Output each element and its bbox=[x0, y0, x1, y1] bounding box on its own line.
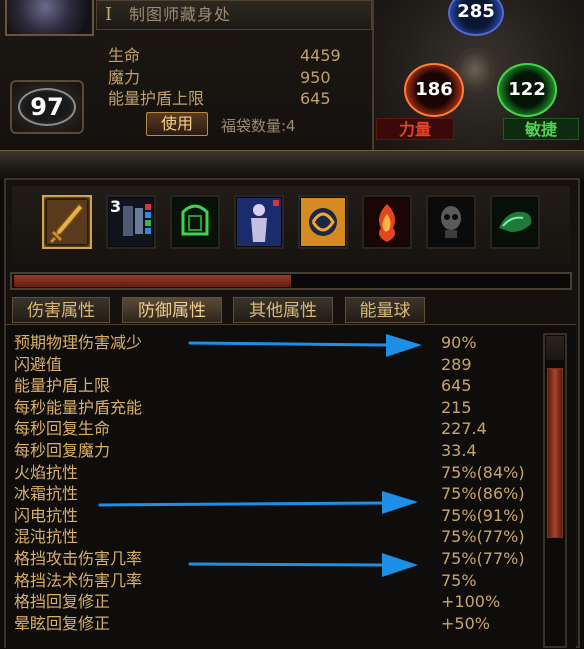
stat-row: 晕眩回复修正 +50% bbox=[14, 613, 534, 635]
stat-row-label: 格挡回复修正 bbox=[14, 592, 111, 612]
hideout-marker-icon: Ⅰ bbox=[105, 4, 113, 25]
stat-row-value: 75%(84%) bbox=[441, 462, 525, 482]
flame-fist-icon bbox=[365, 198, 409, 246]
skill-slot[interactable] bbox=[426, 195, 476, 249]
dexterity-label: 敏捷 bbox=[503, 118, 579, 140]
stat-row-value: 645 bbox=[441, 376, 472, 396]
stat-row: 每秒回复魔力 33.4 bbox=[14, 440, 534, 462]
stat-row: 闪电抗性 75%(91%) bbox=[14, 505, 534, 527]
stat-row-label: 闪避值 bbox=[14, 354, 63, 374]
bag-count: 福袋数量:4 bbox=[221, 117, 296, 135]
dexterity-orb: 122 bbox=[497, 63, 557, 117]
tab-damage[interactable]: 伤害属性 bbox=[12, 297, 110, 323]
fire-orb-icon bbox=[301, 198, 345, 246]
stat-row-value: 75%(86%) bbox=[441, 484, 525, 504]
level-badge: 97 bbox=[18, 88, 76, 126]
stat-row: 每秒能量护盾充能 215 bbox=[14, 397, 534, 419]
skill-slot[interactable]: 3 bbox=[106, 195, 156, 249]
stat-row-label: 混沌抗性 bbox=[14, 527, 79, 547]
skill-progress-fill bbox=[14, 275, 291, 287]
stat-row-label: 能量护盾上限 bbox=[14, 376, 111, 396]
stat-row: 混沌抗性 75%(77%) bbox=[14, 526, 534, 548]
location-name: 制图师藏身处 bbox=[129, 5, 232, 24]
stat-label: 能量护盾上限 bbox=[108, 89, 205, 108]
scroll-thumb[interactable] bbox=[547, 368, 563, 538]
stat-value: 645 bbox=[300, 89, 331, 108]
strength-label: 力量 bbox=[376, 118, 454, 140]
stat-row-label: 每秒回复生命 bbox=[14, 419, 111, 439]
stat-row-value: 227.4 bbox=[441, 419, 487, 439]
tab-defense[interactable]: 防御属性 bbox=[122, 297, 222, 323]
stat-row-value: 90% bbox=[441, 333, 477, 352]
mana-stat: 魔力 950 bbox=[108, 68, 348, 87]
stat-row: 格挡法术伤害几率 75% bbox=[14, 570, 534, 592]
skill-slot[interactable] bbox=[234, 195, 284, 249]
stat-row-value: 33.4 bbox=[441, 441, 477, 460]
stat-row: 能量护盾上限 645 bbox=[14, 375, 534, 397]
stat-row-label: 每秒能量护盾充能 bbox=[14, 397, 143, 417]
stat-row-label: 冰霜抗性 bbox=[14, 484, 79, 504]
spectral-figure-icon bbox=[237, 198, 281, 246]
stat-label: 生命 bbox=[108, 46, 141, 65]
stat-row: 格挡回复修正 +100% bbox=[14, 591, 534, 613]
stat-row-value: 75%(91%) bbox=[441, 505, 525, 525]
scroll-up-button[interactable] bbox=[546, 336, 564, 360]
stat-row-value: 75% bbox=[441, 570, 477, 590]
gem-count: 3 bbox=[110, 197, 122, 216]
stat-row: 闪避值 289 bbox=[14, 354, 534, 376]
skill-slot[interactable] bbox=[490, 195, 540, 249]
stat-row: 每秒回复生命 227.4 bbox=[14, 418, 534, 440]
stat-row-label: 晕眩回复修正 bbox=[14, 613, 111, 633]
skill-slot[interactable] bbox=[362, 195, 412, 249]
panel-separator bbox=[0, 150, 584, 181]
stat-row-value: 75%(77%) bbox=[441, 549, 525, 568]
stat-row-value: +100% bbox=[441, 592, 501, 612]
stat-row-label: 预期物理伤害减少 bbox=[14, 333, 143, 352]
stat-row-label: 格挡法术伤害几率 bbox=[14, 570, 143, 590]
stat-row: 格挡攻击伤害几率 75%(77%) bbox=[14, 548, 534, 570]
stat-row-label: 闪电抗性 bbox=[14, 505, 79, 525]
energy-shield-stat: 能量护盾上限 645 bbox=[108, 89, 348, 108]
skill-slot[interactable] bbox=[298, 195, 348, 249]
stat-row-label: 火焰抗性 bbox=[14, 462, 79, 482]
stat-row-label: 格挡攻击伤害几率 bbox=[14, 549, 143, 568]
stat-row: 预期物理伤害减少 90% bbox=[14, 332, 534, 354]
stat-row-value: 289 bbox=[441, 354, 472, 374]
green-armor-icon bbox=[173, 198, 217, 246]
stat-row-value: 215 bbox=[441, 397, 472, 417]
tab-other[interactable]: 其他属性 bbox=[233, 297, 333, 323]
stat-row: 火焰抗性 75%(84%) bbox=[14, 462, 534, 484]
life-stat: 生命 4459 bbox=[108, 46, 348, 65]
sword-icon bbox=[47, 200, 87, 244]
skill-bar bbox=[12, 186, 570, 264]
green-beast-icon bbox=[493, 198, 537, 246]
shadow-skull-icon bbox=[429, 198, 473, 246]
stat-value: 950 bbox=[300, 68, 331, 87]
stat-row: 冰霜抗性 75%(86%) bbox=[14, 483, 534, 505]
stat-row-value: +50% bbox=[441, 613, 490, 633]
skill-slot[interactable] bbox=[42, 195, 92, 249]
location-bar: Ⅰ 制图师藏身处 bbox=[96, 0, 372, 30]
tab-power-charges[interactable]: 能量球 bbox=[345, 297, 425, 323]
stat-label: 魔力 bbox=[108, 68, 141, 87]
skill-slot[interactable] bbox=[170, 195, 220, 249]
stat-value: 4459 bbox=[300, 46, 341, 65]
stat-row-label: 每秒回复魔力 bbox=[14, 441, 111, 460]
use-button[interactable]: 使用 bbox=[146, 112, 208, 136]
stat-row-value: 75%(77%) bbox=[441, 527, 525, 547]
strength-orb: 186 bbox=[404, 63, 464, 117]
character-portrait bbox=[5, 0, 94, 36]
